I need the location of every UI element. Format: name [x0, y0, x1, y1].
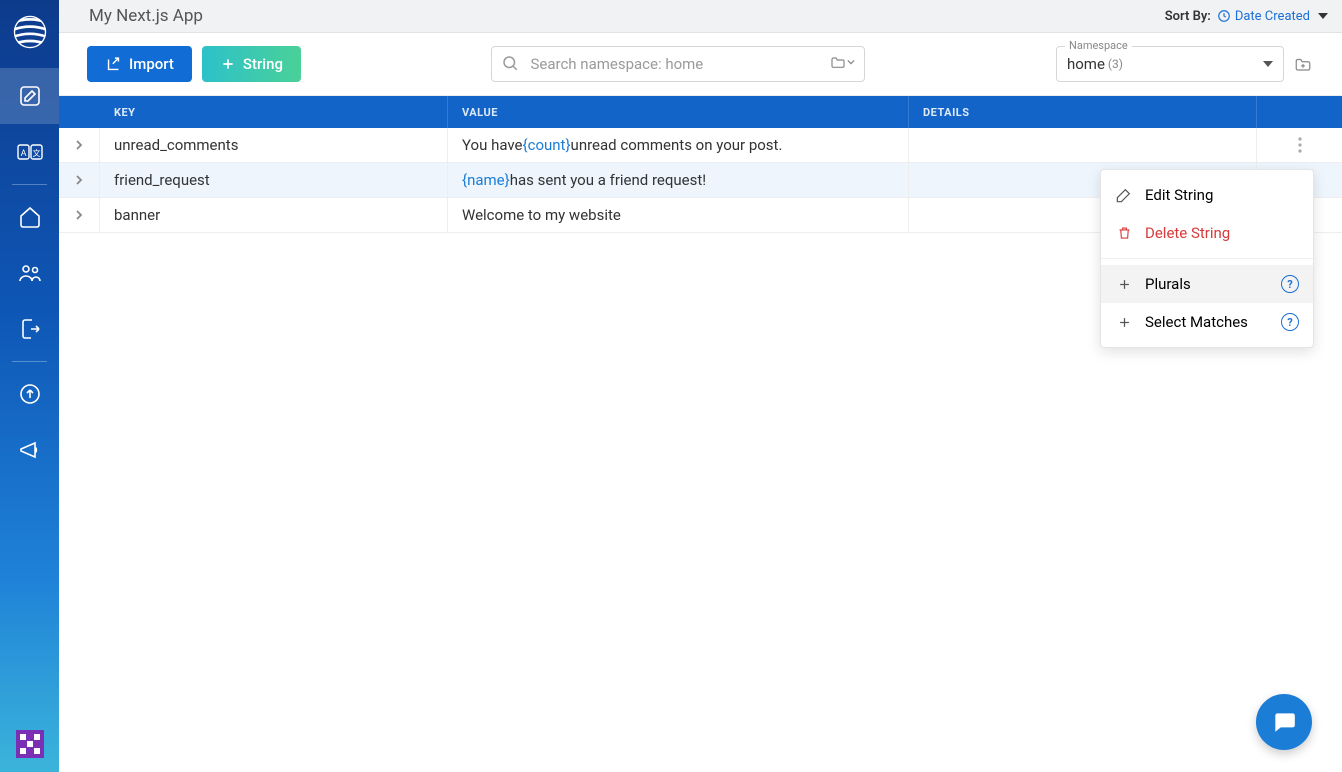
table-row: unread_comments You have {count} unread … — [59, 128, 1342, 163]
expand-row[interactable] — [59, 163, 100, 197]
search-icon — [501, 54, 519, 72]
cell-value[interactable]: Welcome to my website — [448, 198, 909, 232]
cell-key[interactable]: unread_comments — [100, 128, 448, 162]
table-header: KEY VALUE DETAILS — [59, 96, 1342, 128]
row-context-menu: Edit String Delete String Plurals ? Sele… — [1100, 169, 1314, 348]
breadcrumb-bar: My Next.js App Sort By: Date Created — [59, 0, 1342, 33]
row-actions-button[interactable] — [1288, 133, 1312, 157]
app-logo — [12, 14, 48, 50]
user-avatar[interactable] — [16, 730, 44, 758]
cell-value[interactable]: {name} has sent you a friend request! — [448, 163, 909, 197]
sort-label: Sort By: — [1165, 9, 1211, 24]
svg-text:A: A — [20, 149, 26, 159]
import-icon — [105, 56, 122, 73]
add-namespace-button[interactable] — [1292, 53, 1314, 75]
help-icon[interactable]: ? — [1281, 275, 1299, 293]
nav-translate[interactable]: A文 — [0, 124, 59, 180]
nav-announce[interactable] — [0, 422, 59, 478]
cell-value[interactable]: You have {count} unread comments on your… — [448, 128, 909, 162]
nav-team[interactable] — [0, 245, 59, 301]
main-area: My Next.js App Sort By: Date Created Imp… — [59, 0, 1342, 772]
plus-icon — [220, 56, 236, 72]
trash-icon — [1115, 225, 1133, 241]
menu-edit-string[interactable]: Edit String — [1101, 176, 1313, 214]
sidebar: A文 — [0, 0, 59, 772]
cell-details — [909, 128, 1257, 162]
expand-row[interactable] — [59, 128, 100, 162]
cell-key[interactable]: banner — [100, 198, 448, 232]
import-button[interactable]: Import — [87, 46, 192, 82]
folder-filter-icon[interactable] — [830, 55, 855, 69]
search-field-wrap — [491, 46, 865, 82]
expand-row[interactable] — [59, 198, 100, 232]
page-title: My Next.js App — [89, 6, 1165, 26]
sidebar-divider-2 — [12, 361, 47, 362]
pencil-icon — [1115, 187, 1133, 203]
namespace-wrap: Namespace home (3) — [1056, 46, 1314, 82]
chat-fab[interactable] — [1256, 694, 1312, 750]
svg-text:文: 文 — [32, 148, 40, 158]
plus-icon — [1115, 277, 1133, 292]
col-details: DETAILS — [909, 96, 1257, 128]
nav-edit[interactable] — [0, 68, 59, 124]
toolbar: Import String Namespace home (3) — [59, 33, 1342, 96]
menu-delete-string[interactable]: Delete String — [1101, 214, 1313, 252]
menu-plurals[interactable]: Plurals ? — [1101, 265, 1313, 303]
plus-icon — [1115, 315, 1133, 330]
menu-divider — [1101, 258, 1313, 259]
col-key: KEY — [100, 96, 448, 128]
chevron-down-icon — [1263, 61, 1273, 67]
nav-upload[interactable] — [0, 366, 59, 422]
col-value: VALUE — [448, 96, 909, 128]
chat-icon — [1271, 709, 1297, 735]
add-string-button[interactable]: String — [202, 46, 301, 82]
nav-export[interactable] — [0, 301, 59, 357]
namespace-select[interactable]: Namespace home (3) — [1056, 46, 1284, 82]
search-input[interactable] — [491, 46, 865, 82]
help-icon[interactable]: ? — [1281, 313, 1299, 331]
chevron-down-icon — [1318, 13, 1328, 19]
namespace-label: Namespace — [1065, 39, 1132, 52]
cell-key[interactable]: friend_request — [100, 163, 448, 197]
nav-home[interactable] — [0, 189, 59, 245]
clock-icon — [1217, 9, 1231, 23]
menu-select-matches[interactable]: Select Matches ? — [1101, 303, 1313, 341]
sidebar-divider — [12, 184, 47, 185]
sort-value[interactable]: Date Created — [1217, 9, 1328, 24]
sort-control: Sort By: Date Created — [1165, 9, 1328, 24]
